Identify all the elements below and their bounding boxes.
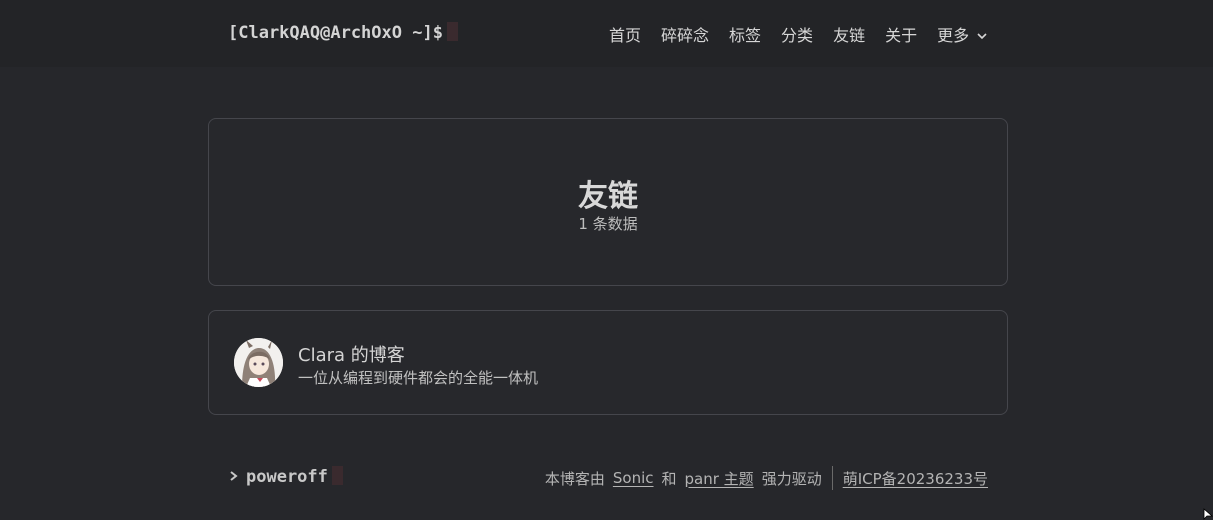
nav-item-links[interactable]: 友链: [833, 22, 865, 46]
link-site-name[interactable]: Clara 的博客: [298, 341, 405, 367]
and-text: 和: [661, 469, 677, 488]
sonic-link[interactable]: Sonic: [613, 469, 654, 487]
mouse-pointer-icon: [1203, 508, 1213, 520]
page-title: 友链: [578, 179, 638, 214]
page-header-card: 友链 1 条数据: [208, 118, 1008, 286]
terminal-cursor-icon: [446, 22, 458, 41]
friend-link-card[interactable]: Clara 的博客 一位从编程到硬件都会的全能一体机: [208, 310, 1008, 415]
site-brand[interactable]: [ClarkQAQ@ArchOxO ~]$: [228, 22, 458, 43]
footer-credits: 本博客由 Sonic 和 panr 主题 强力驱动 萌ICP备20236233号: [545, 466, 988, 490]
nav-item-home[interactable]: 首页: [609, 22, 641, 46]
link-site-description: 一位从编程到硬件都会的全能一体机: [298, 369, 539, 387]
chevron-down-icon: [977, 33, 987, 40]
footer-poweroff: poweroff: [228, 466, 343, 487]
nav-item-more[interactable]: 更多: [937, 22, 988, 46]
powered-prefix: 本博客由: [544, 469, 605, 488]
nav-item-categories[interactable]: 分类: [781, 22, 813, 46]
terminal-cursor-icon: [331, 466, 343, 485]
nav-item-moments[interactable]: 碎碎念: [661, 22, 709, 46]
avatar: [234, 338, 283, 387]
nav-item-more-label: 更多: [937, 26, 970, 45]
footer-divider: [831, 466, 833, 490]
chevron-right-icon: [230, 471, 238, 481]
anime-girl-avatar-icon: [234, 338, 283, 387]
nav-item-tags[interactable]: 标签: [729, 22, 761, 46]
brand-text: [ClarkQAQ@ArchOxO ~]$: [228, 23, 443, 43]
powered-suffix: 强力驱动: [761, 469, 822, 488]
theme-link[interactable]: panr 主题: [685, 468, 754, 489]
poweroff-command: poweroff: [246, 467, 328, 487]
main-nav: 首页 碎碎念 标签 分类 友链 关于 更多: [609, 22, 988, 46]
nav-item-about[interactable]: 关于: [885, 22, 917, 46]
icp-link[interactable]: 萌ICP备20236233号: [843, 468, 988, 489]
item-count: 1 条数据: [578, 215, 638, 233]
top-navbar: [ClarkQAQ@ArchOxO ~]$ 首页 碎碎念 标签 分类 友链 关于…: [0, 0, 1213, 67]
